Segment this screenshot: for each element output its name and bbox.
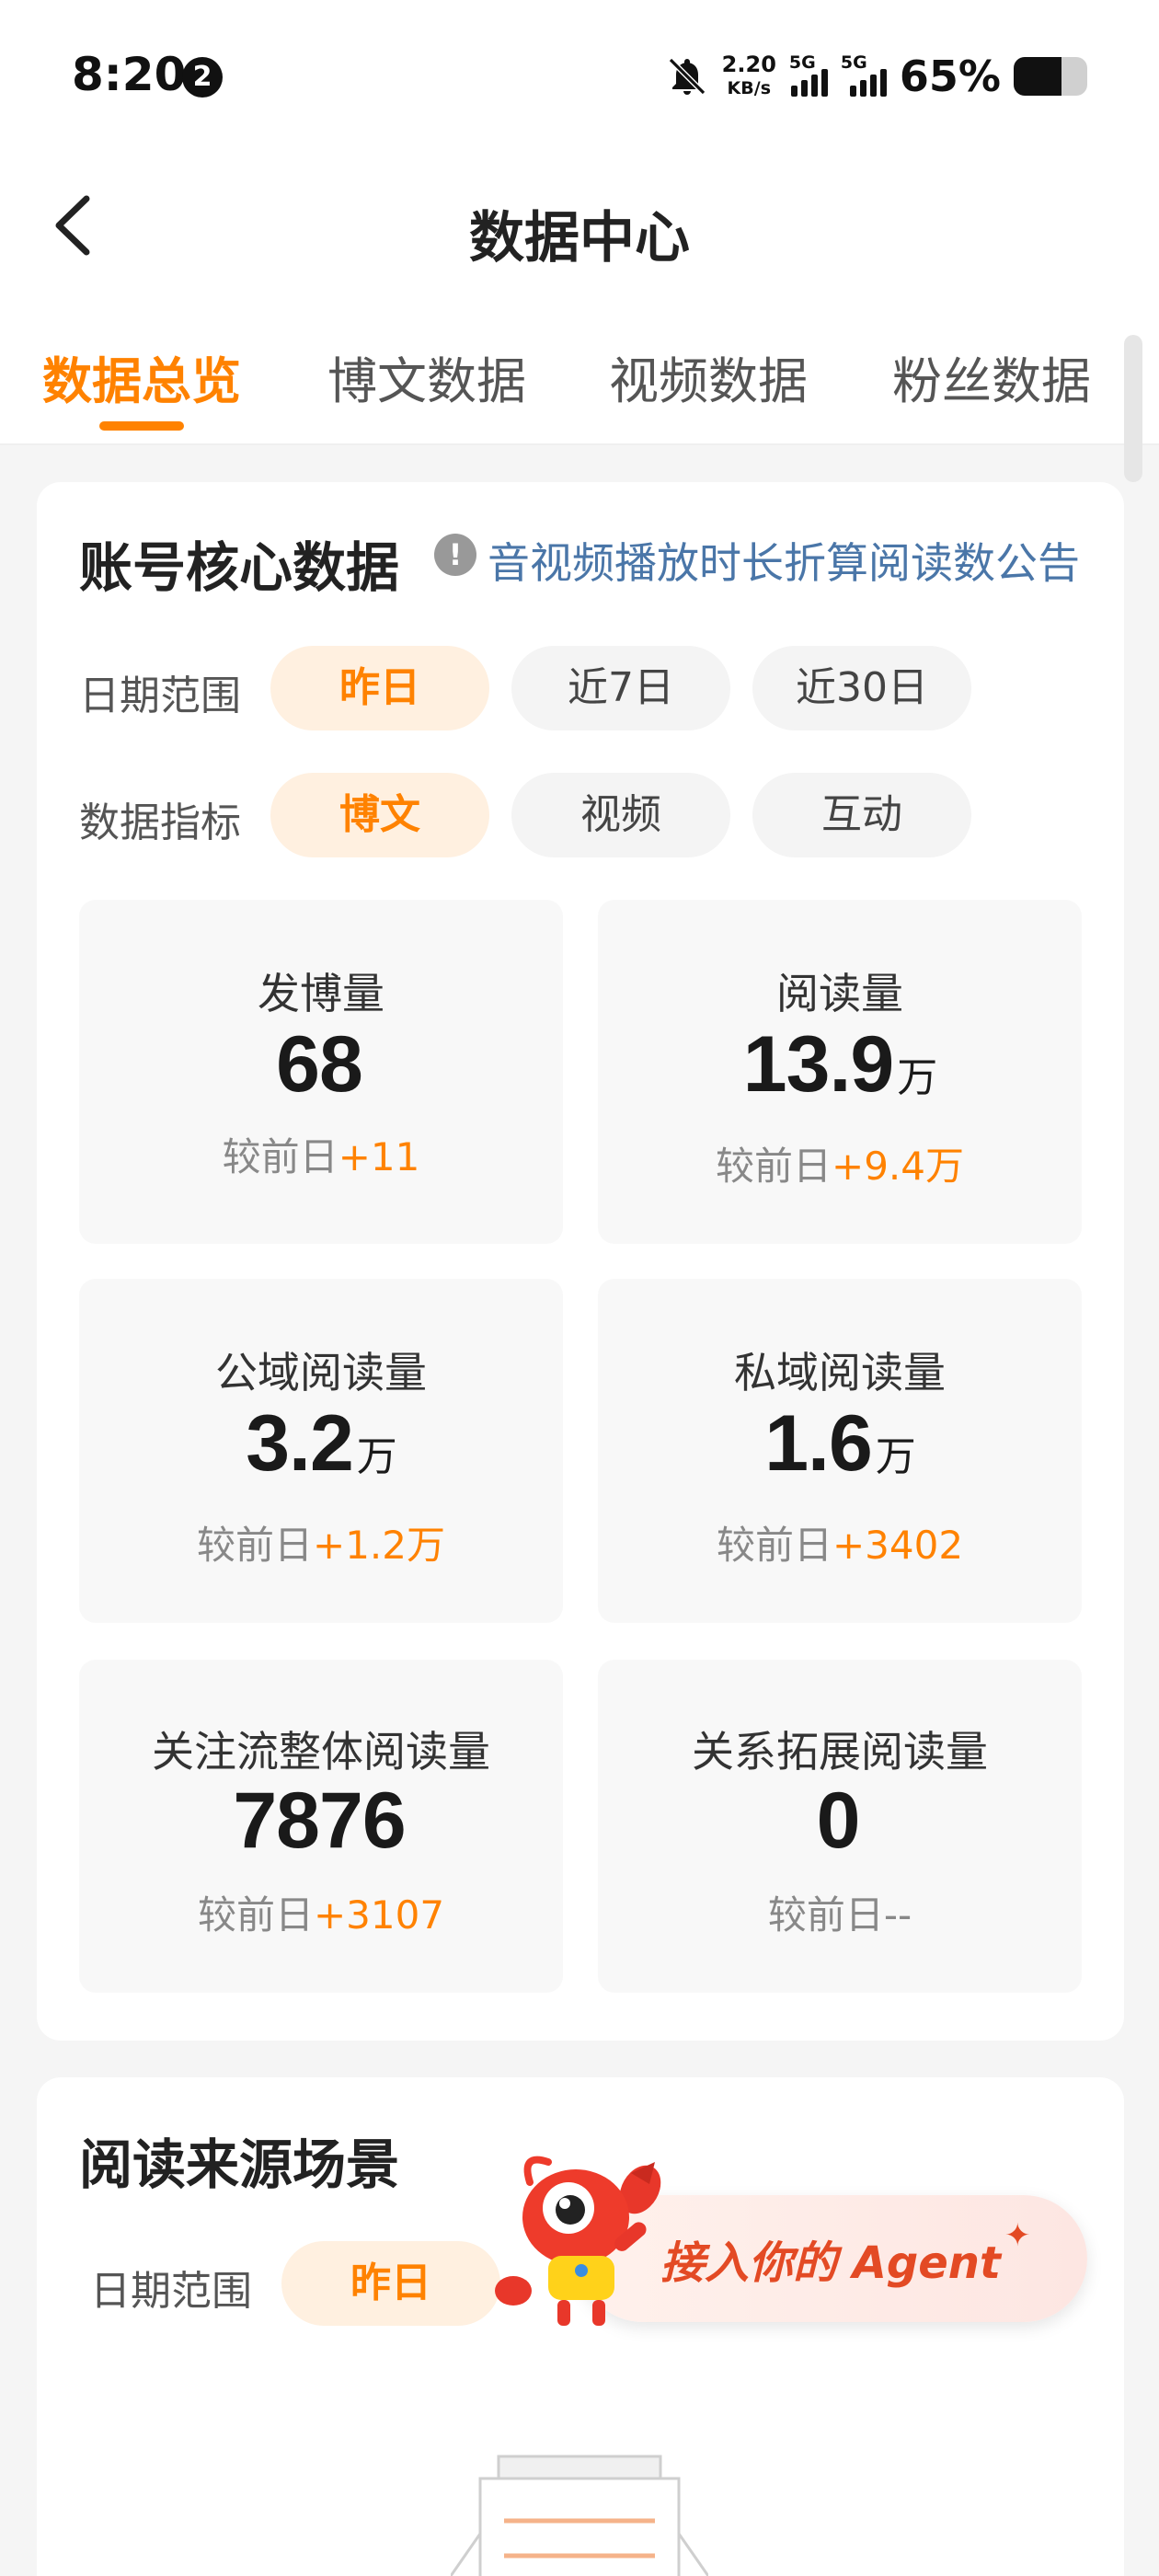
tab-active-indicator xyxy=(99,421,184,431)
status-time: 8:20 xyxy=(72,48,187,101)
section-title: 账号核心数据 xyxy=(79,536,400,599)
tab-scroll-indicator xyxy=(1124,335,1142,482)
tab-video-data[interactable]: 视频数据 xyxy=(609,340,808,413)
agent-banner-text: 接入你的 Agent xyxy=(660,2237,1001,2289)
stat-label: 发博量 xyxy=(258,969,384,1018)
stat-label: 私域阅读量 xyxy=(734,1348,946,1397)
network-speed: 2.20 KB/s xyxy=(722,52,776,100)
stat-compare: 较前日-- xyxy=(767,1892,912,1938)
metric-chip-post[interactable]: 博文 xyxy=(270,773,489,857)
stat-value: 0 xyxy=(816,1777,861,1865)
stat-value: 3.2万 xyxy=(246,1399,397,1488)
stat-value: 7876 xyxy=(233,1777,406,1865)
metric-chip-interaction[interactable]: 互动 xyxy=(752,773,971,857)
bell-off-icon xyxy=(668,57,706,96)
tab-bar: 数据总览 博文数据 视频数据 粉丝数据 xyxy=(0,294,1159,445)
stat-label: 公域阅读量 xyxy=(215,1348,427,1397)
stat-tile[interactable]: 阅读量 13.9万 较前日+9.4万 xyxy=(598,900,1082,1244)
signal-icon: 5G xyxy=(789,52,828,97)
page-title: 数据中心 xyxy=(469,206,690,270)
status-bar: 8:20 2 2.20 KB/s 5G 5G 65% xyxy=(0,0,1159,156)
battery-percent: 65% xyxy=(899,52,1001,101)
stat-compare: 较前日+3402 xyxy=(716,1523,964,1568)
stat-compare: 较前日+11 xyxy=(222,1134,420,1179)
stat-label: 关注流整体阅读量 xyxy=(152,1727,490,1777)
stat-tile[interactable]: 关系拓展阅读量 0 较前日-- xyxy=(598,1660,1082,1993)
stat-tile[interactable]: 公域阅读量 3.2万 较前日+1.2万 xyxy=(79,1279,563,1623)
stat-tile[interactable]: 发博量 68 较前日+11 xyxy=(79,900,563,1244)
date-chip-7d[interactable]: 近7日 xyxy=(511,646,730,730)
stat-label: 阅读量 xyxy=(776,969,903,1018)
tab-fans-data[interactable]: 粉丝数据 xyxy=(892,340,1091,413)
stat-label: 关系拓展阅读量 xyxy=(692,1727,988,1777)
status-icons: 2.20 KB/s 5G 5G 65% xyxy=(665,44,1087,109)
stat-tile[interactable]: 关注流整体阅读量 7876 较前日+3107 xyxy=(79,1660,563,1993)
top-nav: 数据中心 xyxy=(0,156,1159,294)
metric-label: 数据指标 xyxy=(79,799,241,846)
stat-compare: 较前日+9.4万 xyxy=(715,1144,964,1189)
lobster-mascot-icon[interactable] xyxy=(493,2153,677,2337)
sparkle-icon: ✦ xyxy=(1004,2217,1031,2254)
empty-state-illustration xyxy=(451,2455,708,2576)
signal-icon: 5G xyxy=(841,52,887,97)
stat-compare: 较前日+1.2万 xyxy=(196,1523,445,1568)
notification-badge: 2 xyxy=(182,57,223,98)
stat-tile[interactable]: 私域阅读量 1.6万 较前日+3402 xyxy=(598,1279,1082,1623)
date-chip-yesterday[interactable]: 昨日 xyxy=(281,2241,500,2326)
section-title: 阅读来源场景 xyxy=(79,2133,400,2196)
info-icon[interactable]: ! xyxy=(434,534,476,576)
stat-value: 68 xyxy=(276,1020,363,1109)
stat-compare: 较前日+3107 xyxy=(197,1892,445,1938)
stat-value: 1.6万 xyxy=(764,1399,916,1488)
notice-link[interactable]: 音视频播放时长折算阅读数公告 xyxy=(488,530,1080,591)
core-data-card: 账号核心数据 ! 音视频播放时长折算阅读数公告 日期范围 昨日 近7日 近30日… xyxy=(37,482,1124,2041)
signal-label: 5G xyxy=(788,52,816,73)
stat-value: 13.9万 xyxy=(742,1020,937,1109)
network-speed-unit: KB/s xyxy=(727,78,772,98)
date-range-label: 日期范围 xyxy=(90,2268,252,2315)
date-chip-30d[interactable]: 近30日 xyxy=(752,646,971,730)
metric-chip-video[interactable]: 视频 xyxy=(511,773,730,857)
tab-post-data[interactable]: 博文数据 xyxy=(327,340,526,413)
date-range-label: 日期范围 xyxy=(79,673,241,719)
battery-icon xyxy=(1014,57,1087,96)
tab-overview[interactable]: 数据总览 xyxy=(42,340,241,413)
signal-label: 5G xyxy=(840,52,867,73)
network-speed-value: 2.20 xyxy=(721,52,776,77)
date-chip-yesterday[interactable]: 昨日 xyxy=(270,646,489,730)
